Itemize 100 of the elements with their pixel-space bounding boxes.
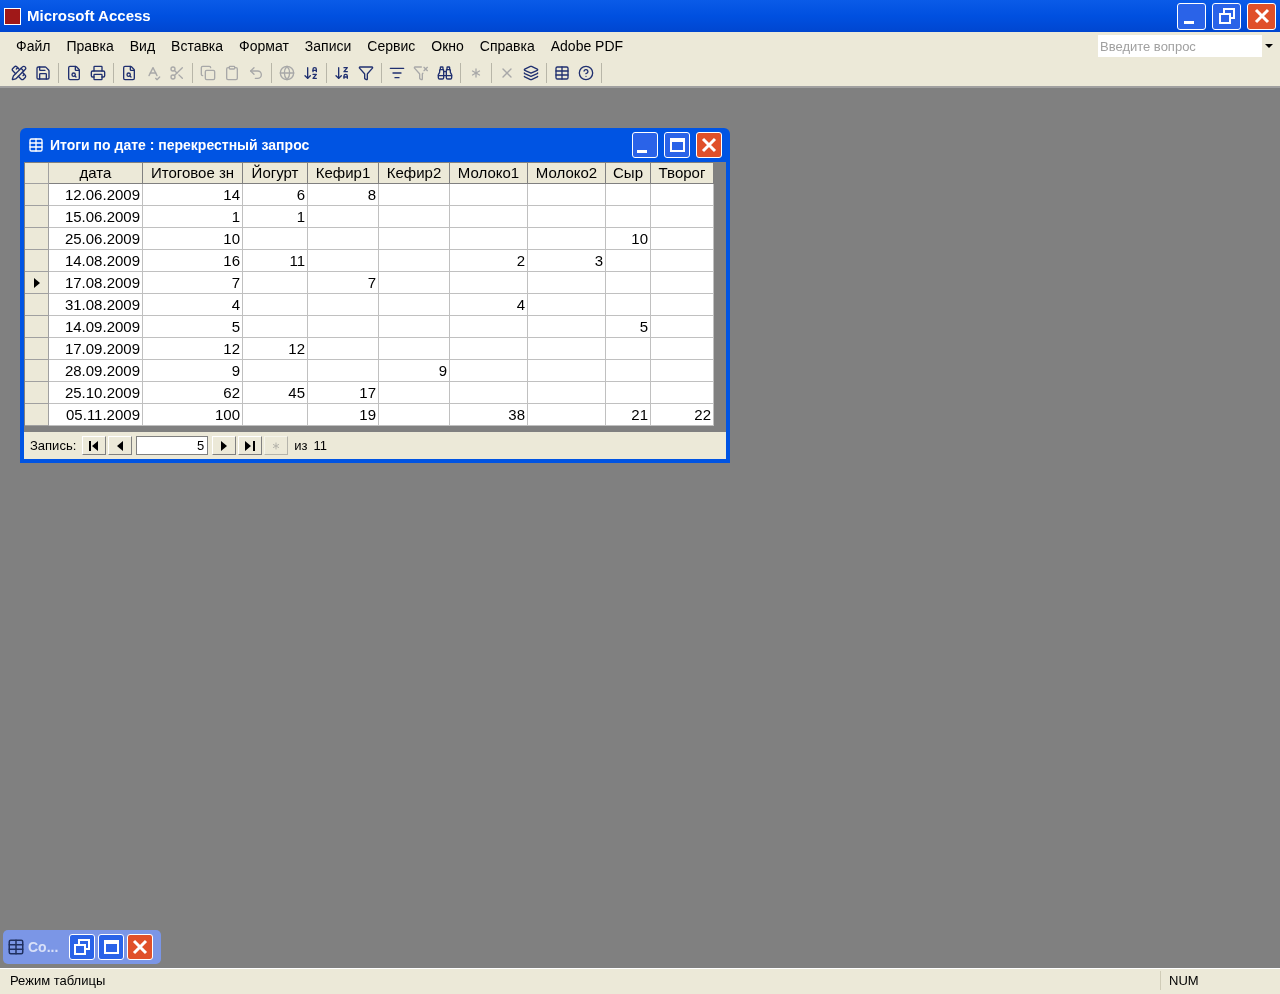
- row-selector[interactable]: [25, 272, 49, 294]
- table-cell: 10: [606, 228, 651, 250]
- menu-item[interactable]: Вид: [121, 35, 164, 57]
- table-cell: 14.08.2009: [49, 250, 143, 272]
- table-cell: 9: [143, 360, 243, 382]
- help-search-field[interactable]: Введите вопрос: [1098, 35, 1262, 57]
- table-cell: 5: [143, 316, 243, 338]
- table-cell: 28.09.2009: [49, 360, 143, 382]
- maximize-icon: [103, 940, 119, 954]
- minimize-icon: [637, 149, 647, 153]
- table-cell: 100: [143, 404, 243, 426]
- table-cell: 14: [143, 184, 243, 206]
- column-header[interactable]: Молоко2: [528, 163, 606, 184]
- table-cell: [651, 184, 714, 206]
- table-cell: [308, 294, 379, 316]
- table-cell: [308, 338, 379, 360]
- table-cell: [379, 228, 450, 250]
- table-cell: 15.06.2009: [49, 206, 143, 228]
- table-cell: 25.10.2009: [49, 382, 143, 404]
- previous-record-icon: [117, 440, 124, 451]
- select-all-cell[interactable]: [25, 163, 49, 184]
- maximize-button[interactable]: [664, 132, 690, 158]
- last-record-icon: [245, 440, 256, 451]
- table-cell: [379, 316, 450, 338]
- datasheet-icon: [28, 137, 44, 153]
- table-cell: 31.08.2009: [49, 294, 143, 316]
- minimized-window-title: Co...: [28, 937, 60, 957]
- next-record-icon: [221, 440, 228, 451]
- first-record-button[interactable]: [82, 436, 107, 455]
- table-cell: [379, 294, 450, 316]
- close-button[interactable]: [127, 934, 153, 960]
- column-header[interactable]: Итоговое зн: [143, 163, 243, 184]
- last-record-button[interactable]: [238, 436, 263, 455]
- table-cell: [379, 184, 450, 206]
- table-cell: 62: [143, 382, 243, 404]
- table-cell: [243, 294, 308, 316]
- table-cell: 1: [143, 206, 243, 228]
- column-header[interactable]: дата: [49, 163, 143, 184]
- table-cell: [651, 228, 714, 250]
- table-cell: [606, 272, 651, 294]
- table-cell: [606, 184, 651, 206]
- table-cell: 5: [606, 316, 651, 338]
- menu-item[interactable]: Формат: [231, 35, 297, 57]
- record-number-field[interactable]: 5: [136, 436, 209, 455]
- menu-item[interactable]: Вставка: [163, 35, 232, 57]
- maximize-icon: [669, 138, 685, 152]
- column-header[interactable]: Сыр: [606, 163, 651, 184]
- table-cell: [651, 294, 714, 316]
- table-cell: 6: [243, 184, 308, 206]
- table-cell: [606, 250, 651, 272]
- column-header[interactable]: Кефир1: [308, 163, 379, 184]
- current-row-arrow-icon: [33, 277, 40, 288]
- close-button[interactable]: [696, 132, 722, 158]
- menu-item[interactable]: Справка: [471, 35, 543, 57]
- column-header[interactable]: Молоко1: [450, 163, 528, 184]
- app-icon: [4, 7, 21, 25]
- table-cell: 2: [450, 250, 528, 272]
- table-cell: [379, 382, 450, 404]
- menu-item[interactable]: Правка: [58, 35, 122, 57]
- column-header[interactable]: Кефир2: [379, 163, 450, 184]
- record-label: Запись:: [30, 436, 77, 455]
- table-cell: 17.08.2009: [49, 272, 143, 294]
- minimize-button[interactable]: [632, 132, 658, 158]
- restore-button[interactable]: [1212, 2, 1241, 30]
- maximize-button[interactable]: [98, 934, 124, 960]
- column-header[interactable]: Йогурт: [243, 163, 308, 184]
- table-cell: [308, 360, 379, 382]
- menu-item[interactable]: Файл: [8, 35, 59, 57]
- table-cell: 17: [308, 382, 379, 404]
- menu-item[interactable]: Записи: [296, 35, 360, 57]
- close-icon: [132, 939, 148, 955]
- minimize-button[interactable]: [1177, 2, 1206, 30]
- close-icon: [701, 137, 717, 153]
- datasheet-icon: [7, 938, 25, 956]
- table-cell: [379, 338, 450, 360]
- menu-item[interactable]: Окно: [423, 35, 472, 57]
- table-cell: [308, 228, 379, 250]
- menu-item[interactable]: Adobe PDF: [542, 35, 632, 57]
- menu-item[interactable]: Сервис: [359, 35, 424, 57]
- column-header[interactable]: Творог: [651, 163, 714, 184]
- table-cell: [651, 250, 714, 272]
- restore-button[interactable]: [69, 934, 95, 960]
- close-button[interactable]: [1247, 2, 1276, 30]
- next-record-button[interactable]: [212, 436, 237, 455]
- table-cell: [606, 360, 651, 382]
- table-cell: [243, 360, 308, 382]
- table-cell: [243, 404, 308, 426]
- table-cell: 25.06.2009: [49, 228, 143, 250]
- table-cell: 21: [606, 404, 651, 426]
- table-cell: 10: [143, 228, 243, 250]
- record-total: 11: [313, 436, 327, 455]
- table-cell: [379, 206, 450, 228]
- table-cell: [379, 404, 450, 426]
- close-icon: [1253, 8, 1270, 24]
- table-cell: [651, 272, 714, 294]
- previous-record-button[interactable]: [108, 436, 133, 455]
- table-cell: 16: [143, 250, 243, 272]
- table-cell: [308, 206, 379, 228]
- table-cell: 45: [243, 382, 308, 404]
- table-cell: [651, 360, 714, 382]
